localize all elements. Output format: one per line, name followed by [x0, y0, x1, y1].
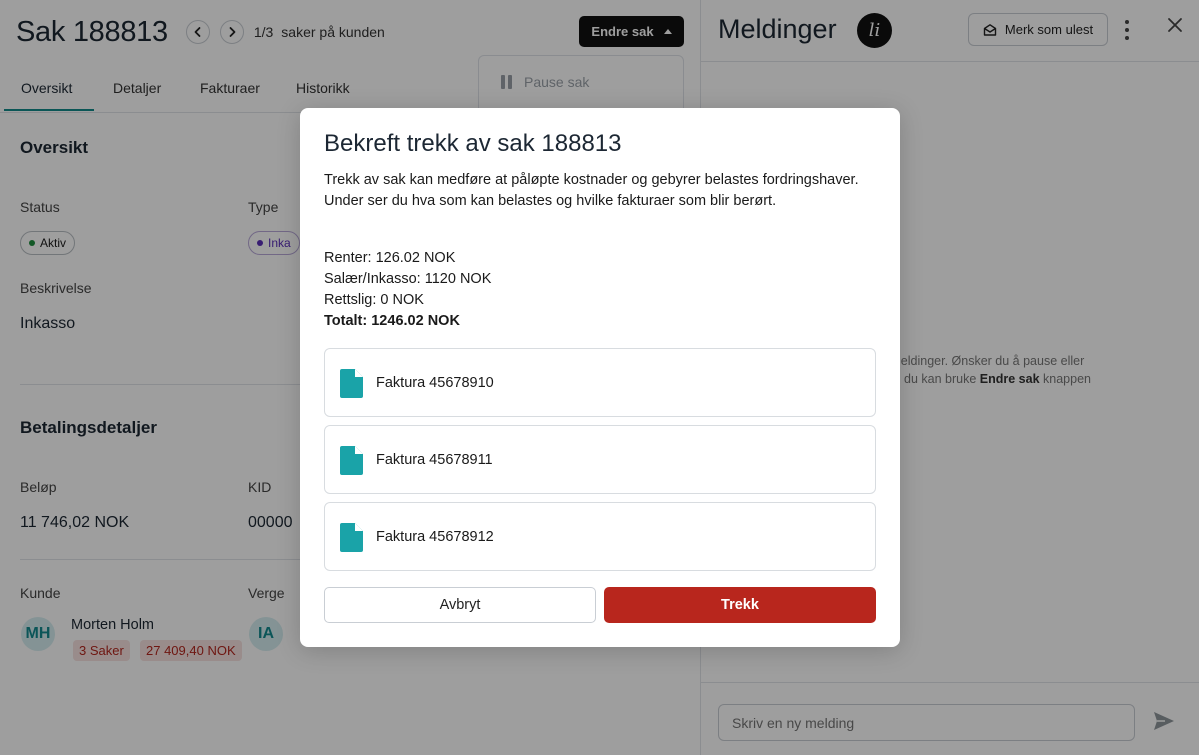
- invoice-label: Faktura 45678912: [376, 529, 494, 545]
- cost-interest: Renter: 126.02 NOK: [324, 250, 456, 266]
- dialog-description: Trekk av sak kan medføre at påløpte kost…: [324, 172, 859, 209]
- cost-fees: Salær/Inkasso: 1120 NOK: [324, 271, 492, 287]
- invoice-item[interactable]: Faktura 45678910: [324, 348, 876, 417]
- cost-legal: Rettslig: 0 NOK: [324, 292, 424, 308]
- invoice-label: Faktura 45678910: [376, 375, 494, 391]
- confirm-withdraw-dialog: Bekreft trekk av sak 188813 Trekk av sak…: [300, 108, 900, 647]
- invoice-label: Faktura 45678911: [376, 452, 493, 468]
- cost-total: Totalt: 1246.02 NOK: [324, 313, 460, 329]
- dialog-title: Bekreft trekk av sak 188813: [324, 130, 622, 157]
- document-icon: [340, 523, 363, 552]
- document-icon: [340, 369, 363, 398]
- invoice-item[interactable]: Faktura 45678911: [324, 425, 876, 494]
- cancel-button[interactable]: Avbryt: [324, 587, 596, 623]
- withdraw-button[interactable]: Trekk: [604, 587, 876, 623]
- document-icon: [340, 446, 363, 475]
- invoice-item[interactable]: Faktura 45678912: [324, 502, 876, 571]
